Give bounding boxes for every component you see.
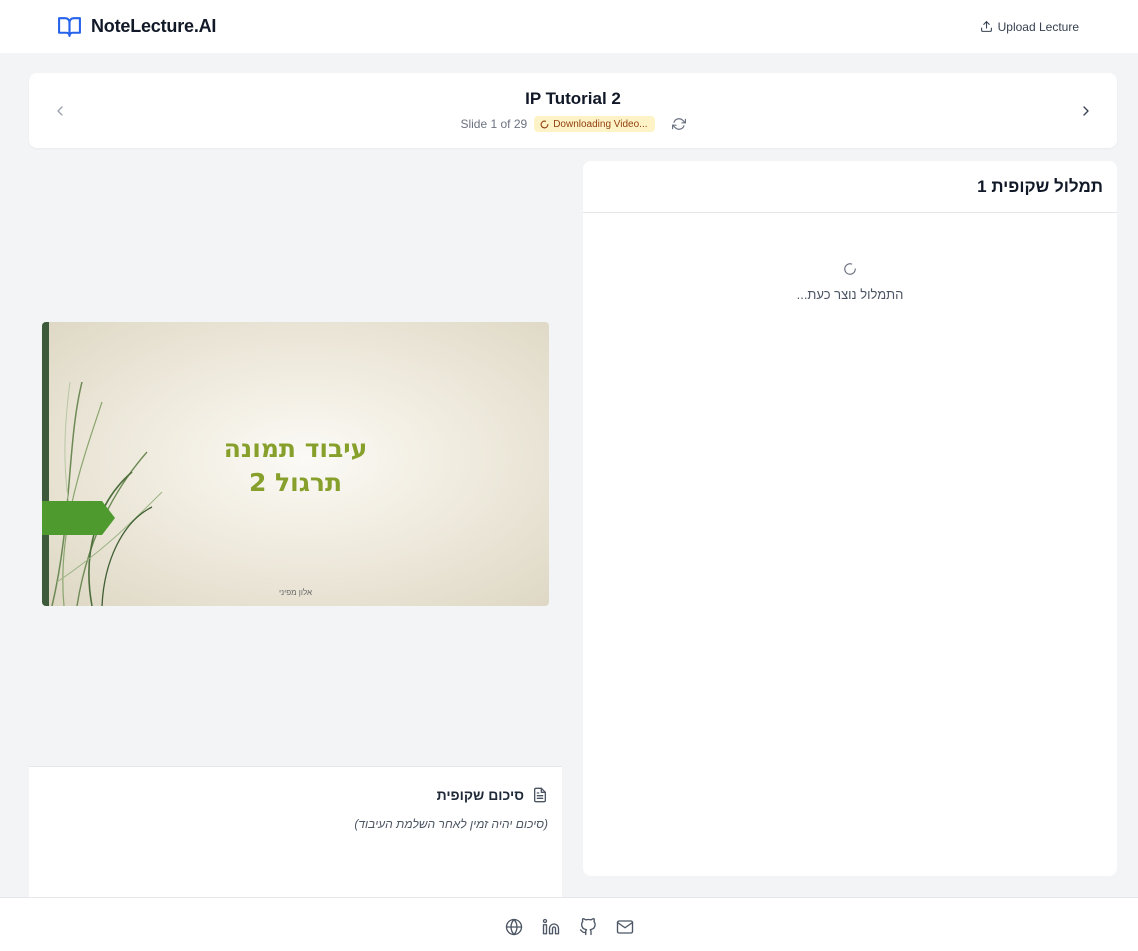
transcript-title: תמלול שקופית 1: [977, 176, 1103, 196]
slide-heading-line-2: תרגול 2: [248, 468, 343, 497]
next-slide-button[interactable]: [1074, 99, 1098, 123]
upload-lecture-label: Upload Lecture: [997, 19, 1079, 34]
chevron-right-icon: [1083, 106, 1089, 116]
footer: [0, 897, 1138, 951]
status-badge: Downloading Video...: [534, 116, 655, 132]
slide-viewer: עיבוד תמונה תרגול 2 אלון מפיני: [29, 161, 562, 767]
transcript-loading-text: התמלול נוצר כעת...: [796, 287, 904, 302]
spinner-icon: [540, 120, 549, 128]
summary-heading: סיכום שקופית: [437, 787, 548, 803]
slide-counter: Slide 1 of 29: [460, 117, 528, 131]
globe-icon[interactable]: [505, 918, 523, 936]
refresh-icon: [671, 118, 686, 130]
summary-title: סיכום שקופית: [436, 787, 524, 803]
slide-meta: Slide 1 of 29 Downloading Video...: [29, 116, 1117, 132]
app-name: NoteLecture.AI: [91, 16, 217, 36]
slide-panel: עיבוד תמונה תרגול 2 אלון מפיני סיכום שקו…: [29, 161, 562, 897]
linkedin-icon[interactable]: [542, 918, 560, 936]
lecture-title: IP Tutorial 2: [525, 89, 621, 108]
mail-icon[interactable]: [616, 918, 634, 936]
document-icon: [534, 787, 546, 803]
open-book-icon: [58, 17, 81, 37]
slide-heading: עיבוד תמונה תרגול 2: [142, 432, 449, 500]
footer-links: [0, 918, 1138, 936]
slide-image[interactable]: עיבוד תמונה תרגול 2 אלון מפיני: [42, 322, 549, 606]
brand-logo[interactable]: NoteLecture.AI: [57, 14, 216, 39]
slide-author: אלון מפיני: [278, 588, 313, 597]
top-navbar: NoteLecture.AI Upload Lecture: [0, 0, 1138, 53]
upload-lecture-button[interactable]: Upload Lecture: [980, 20, 1079, 34]
slide-heading-line-1: עיבוד תמונה: [223, 434, 368, 463]
status-text: Downloading Video...: [553, 118, 648, 130]
upload-icon: [980, 21, 992, 32]
github-icon[interactable]: [579, 918, 597, 936]
transcript-header: תמלול שקופית 1: [583, 161, 1117, 213]
transcript-panel: תמלול שקופית 1 התמלול נוצר כעת...: [583, 161, 1117, 876]
loading-spinner-icon: [844, 263, 856, 275]
refresh-button[interactable]: [671, 117, 686, 131]
lecture-title-card: IP Tutorial 2 Slide 1 of 29 Downloading …: [29, 73, 1117, 148]
summary-placeholder: (סיכום יהיה זמין לאחר השלמת העיבוד): [354, 817, 548, 831]
